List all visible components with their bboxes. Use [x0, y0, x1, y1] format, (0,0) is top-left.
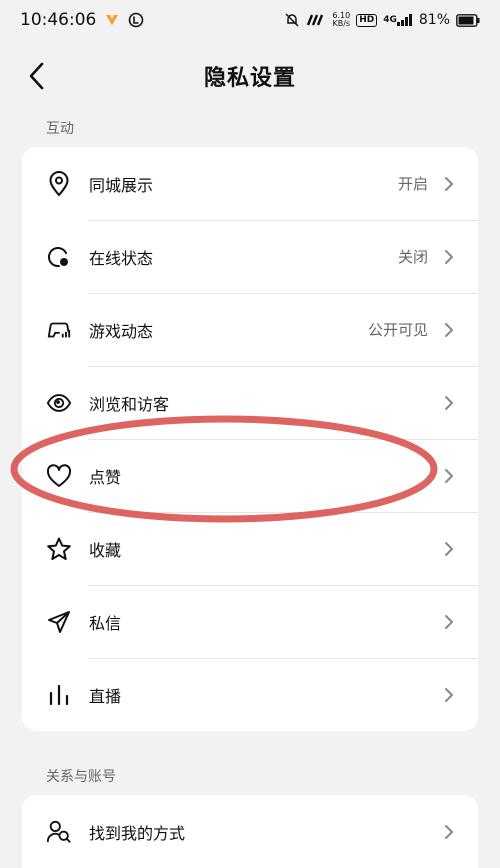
star-icon	[46, 536, 72, 562]
settings-row-nearby[interactable]: 同城展示 开启	[22, 147, 478, 220]
network-type: 4G	[383, 15, 397, 25]
chevron-right-icon	[442, 466, 456, 486]
row-label: 浏览和访客	[89, 394, 170, 414]
settings-row-game-activity[interactable]: 游戏动态 公开可见	[22, 293, 478, 366]
live-bars-icon	[46, 682, 72, 708]
section-title-relations-account: 关系与账号	[46, 769, 116, 785]
hd-badge: HD	[356, 13, 378, 27]
settings-row-find-me[interactable]: 找到我的方式	[22, 795, 478, 868]
chevron-right-icon	[442, 612, 456, 632]
chevron-right-icon	[442, 539, 456, 559]
status-bar: 10:46:06 6.10 KB/s HD 4G 81%	[0, 0, 500, 40]
net-speed: 6.10 KB/s	[332, 12, 350, 28]
battery-icon	[456, 13, 480, 27]
row-label: 收藏	[89, 540, 122, 560]
status-time: 10:46:06	[20, 10, 97, 30]
settings-row-favorites[interactable]: 收藏	[22, 512, 478, 585]
location-pin-icon	[46, 170, 72, 197]
interaction-card: 同城展示 开启 在线状态 关闭 游戏动态 公开可见 浏览和访客 点赞 收藏 私信…	[22, 147, 478, 731]
mute-bell-icon	[284, 12, 300, 28]
game-controller-icon	[46, 317, 72, 343]
settings-row-likes[interactable]: 点赞	[22, 439, 478, 512]
settings-row-messages[interactable]: 私信	[22, 585, 478, 658]
row-label: 私信	[89, 613, 122, 633]
row-label: 同城展示	[89, 175, 154, 195]
app-notification-icon	[104, 13, 120, 27]
chevron-right-icon	[442, 174, 456, 194]
row-label: 游戏动态	[89, 321, 154, 341]
send-icon	[46, 609, 72, 635]
notification-circle-icon	[128, 12, 144, 28]
find-user-icon	[46, 819, 72, 845]
settings-row-online-status[interactable]: 在线状态 关闭	[22, 220, 478, 293]
nfc-icon	[306, 14, 326, 26]
heart-icon	[46, 463, 72, 489]
row-label: 在线状态	[89, 248, 154, 268]
online-status-icon	[46, 244, 72, 270]
row-value: 关闭	[397, 248, 428, 266]
status-right: 6.10 KB/s HD 4G 81%	[284, 12, 480, 28]
settings-row-browse-visitors[interactable]: 浏览和访客	[22, 366, 478, 439]
row-value: 公开可见	[367, 321, 428, 339]
chevron-right-icon	[442, 822, 456, 842]
chevron-right-icon	[442, 393, 456, 413]
back-button[interactable]	[18, 58, 54, 94]
row-label: 直播	[89, 686, 122, 706]
page-title: 隐私设置	[203, 66, 296, 91]
page-header: 隐私设置	[0, 48, 500, 104]
eye-icon	[46, 390, 72, 416]
net-speed-unit: KB/s	[332, 19, 351, 28]
chevron-right-icon	[442, 320, 456, 340]
section-title-interaction: 互动	[46, 121, 74, 137]
back-arrow-icon	[29, 62, 44, 90]
chevron-right-icon	[442, 247, 456, 267]
battery-percent: 81%	[418, 12, 450, 28]
signal-icon: 4G	[383, 14, 413, 26]
row-label: 点赞	[89, 467, 122, 487]
chevron-right-icon	[442, 685, 456, 705]
row-value: 开启	[397, 175, 428, 193]
row-label: 找到我的方式	[89, 823, 186, 843]
settings-row-live[interactable]: 直播	[22, 658, 478, 731]
status-left: 10:46:06	[20, 10, 144, 30]
relations-card: 找到我的方式	[22, 795, 478, 868]
